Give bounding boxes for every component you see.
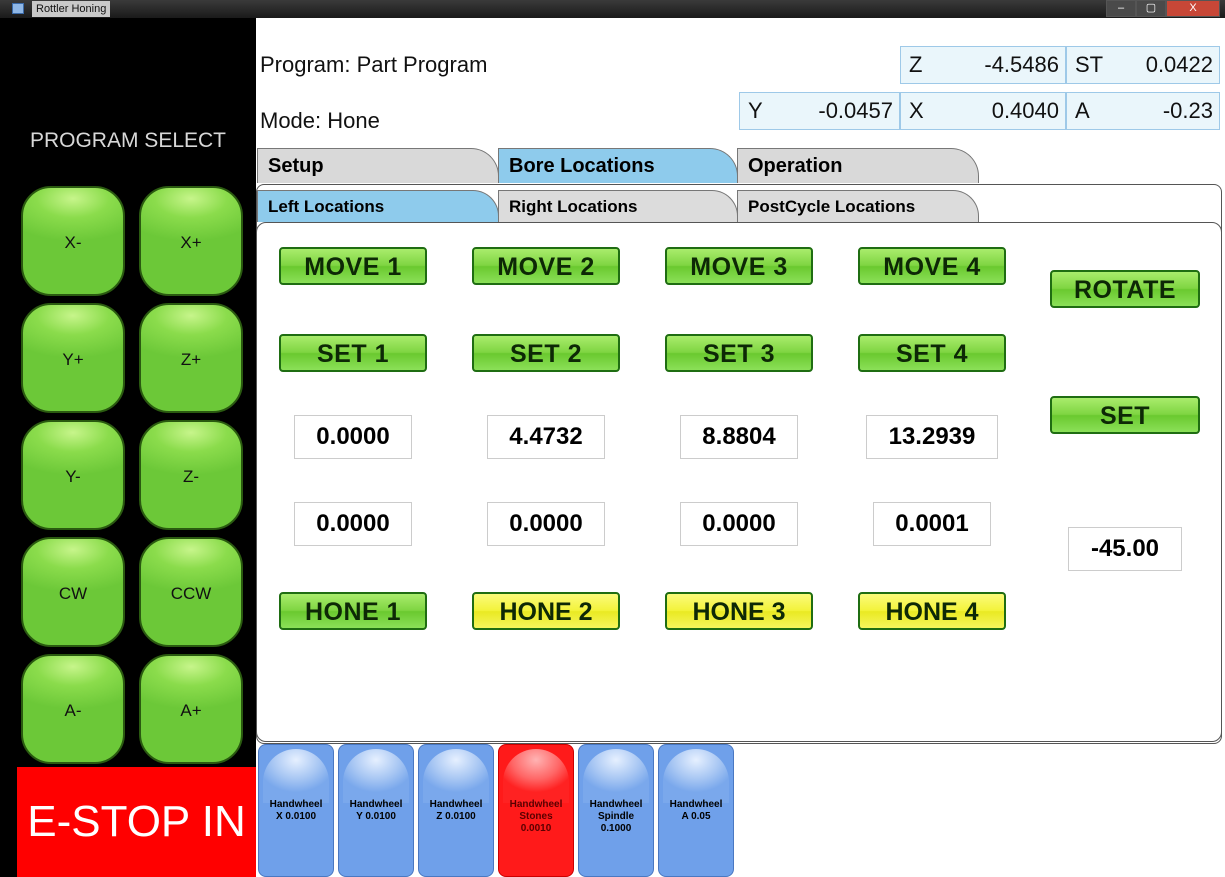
set-4-button[interactable]: SET 4 — [858, 334, 1006, 372]
location-4-x-field[interactable]: 13.2939 — [866, 415, 998, 459]
z-value: -4.5486 — [984, 52, 1059, 77]
program-label: Program: Part Program — [260, 52, 488, 77]
location-3-x-field[interactable]: 8.8804 — [680, 415, 798, 459]
jog-z-plus-button[interactable]: Z+ — [139, 303, 243, 413]
st-value: 0.0422 — [1145, 52, 1213, 77]
handwheel-icon — [423, 749, 489, 803]
handwheel-label: Handwheel Stones 0.0010 — [509, 799, 563, 834]
location-1-x-field[interactable]: 0.0000 — [294, 415, 412, 459]
hone-1-button[interactable]: HONE 1 — [279, 592, 427, 630]
window-title: Rottler Honing — [32, 1, 111, 17]
handwheel-label: Handwheel Z 0.0100 — [429, 799, 483, 822]
handwheel-label: Handwheel A 0.05 — [669, 799, 723, 822]
location-3-y-field[interactable]: 0.0000 — [680, 502, 798, 546]
app-icon — [12, 3, 24, 14]
handwheel-label: Handwheel Spindle 0.1000 — [589, 799, 643, 834]
title-bar: Rottler Honing – ▢ X — [0, 0, 1225, 18]
z-readout: Z -4.5486 — [900, 46, 1066, 84]
location-2-x-field[interactable]: 4.4732 — [487, 415, 605, 459]
set-2-button[interactable]: SET 2 — [472, 334, 620, 372]
mode-label: Mode: Hone — [260, 108, 380, 133]
tab-bore-locations[interactable]: Bore Locations — [498, 148, 738, 183]
location-2-y-field[interactable]: 0.0000 — [487, 502, 605, 546]
y-label: Y — [748, 98, 763, 123]
handwheel-label: Handwheel Y 0.0100 — [349, 799, 403, 822]
set-3-button[interactable]: SET 3 — [665, 334, 813, 372]
maximize-button[interactable]: ▢ — [1136, 0, 1166, 17]
jog-cw-button[interactable]: CW — [21, 537, 125, 647]
jog-x-minus-button[interactable]: X- — [21, 186, 125, 296]
handwheel-z-button[interactable]: Handwheel Z 0.0100 — [418, 744, 494, 877]
st-label: ST — [1075, 52, 1104, 77]
subtab-left-locations[interactable]: Left Locations — [257, 190, 499, 222]
estop-button[interactable]: E-STOP IN — [17, 767, 256, 877]
hone-4-button[interactable]: HONE 4 — [858, 592, 1006, 630]
hone-2-button[interactable]: HONE 2 — [472, 592, 620, 630]
x-readout: X 0.4040 — [900, 92, 1066, 130]
handwheel-stones-button[interactable]: Handwheel Stones 0.0010 — [498, 744, 574, 877]
jog-a-plus-button[interactable]: A+ — [139, 654, 243, 764]
tab-operation[interactable]: Operation — [737, 148, 979, 183]
x-value: 0.4040 — [991, 98, 1059, 123]
a-label: A — [1075, 98, 1090, 123]
rotate-button[interactable]: ROTATE — [1050, 270, 1200, 308]
location-1-y-field[interactable]: 0.0000 — [294, 502, 412, 546]
set-angle-button[interactable]: SET — [1050, 396, 1200, 434]
handwheel-icon — [503, 749, 569, 803]
move-2-button[interactable]: MOVE 2 — [472, 247, 620, 285]
handwheel-label: Handwheel X 0.0100 — [269, 799, 323, 822]
minimize-button[interactable]: – — [1106, 0, 1136, 17]
handwheel-icon — [263, 749, 329, 803]
jog-z-minus-button[interactable]: Z- — [139, 420, 243, 530]
set-1-button[interactable]: SET 1 — [279, 334, 427, 372]
hone-3-button[interactable]: HONE 3 — [665, 592, 813, 630]
handwheel-x-button[interactable]: Handwheel X 0.0100 — [258, 744, 334, 877]
move-1-button[interactable]: MOVE 1 — [279, 247, 427, 285]
jog-a-minus-button[interactable]: A- — [21, 654, 125, 764]
a-readout: A -0.23 — [1066, 92, 1220, 130]
handwheel-icon — [663, 749, 729, 803]
y-readout: Y -0.0457 — [739, 92, 900, 130]
tab-setup[interactable]: Setup — [257, 148, 499, 183]
jog-y-plus-button[interactable]: Y+ — [21, 303, 125, 413]
z-label: Z — [909, 52, 923, 77]
program-select-label[interactable]: PROGRAM SELECT — [0, 126, 256, 156]
handwheel-y-button[interactable]: Handwheel Y 0.0100 — [338, 744, 414, 877]
close-button[interactable]: X — [1166, 0, 1220, 17]
location-4-y-field[interactable]: 0.0001 — [873, 502, 991, 546]
handwheel-spindle-button[interactable]: Handwheel Spindle 0.1000 — [578, 744, 654, 877]
a-value: -0.23 — [1162, 98, 1213, 123]
handwheel-icon — [343, 749, 409, 803]
handwheel-icon — [583, 749, 649, 803]
jog-x-plus-button[interactable]: X+ — [139, 186, 243, 296]
move-4-button[interactable]: MOVE 4 — [858, 247, 1006, 285]
handwheel-a-button[interactable]: Handwheel A 0.05 — [658, 744, 734, 877]
x-label: X — [909, 98, 924, 123]
subtab-postcycle-locations[interactable]: PostCycle Locations — [737, 190, 979, 222]
move-3-button[interactable]: MOVE 3 — [665, 247, 813, 285]
subtab-right-locations[interactable]: Right Locations — [498, 190, 738, 222]
jog-y-minus-button[interactable]: Y- — [21, 420, 125, 530]
window-controls: – ▢ X — [1106, 0, 1220, 17]
y-value: -0.0457 — [818, 98, 893, 123]
jog-ccw-button[interactable]: CCW — [139, 537, 243, 647]
st-readout: ST 0.0422 — [1066, 46, 1220, 84]
angle-field[interactable]: -45.00 — [1068, 527, 1182, 571]
